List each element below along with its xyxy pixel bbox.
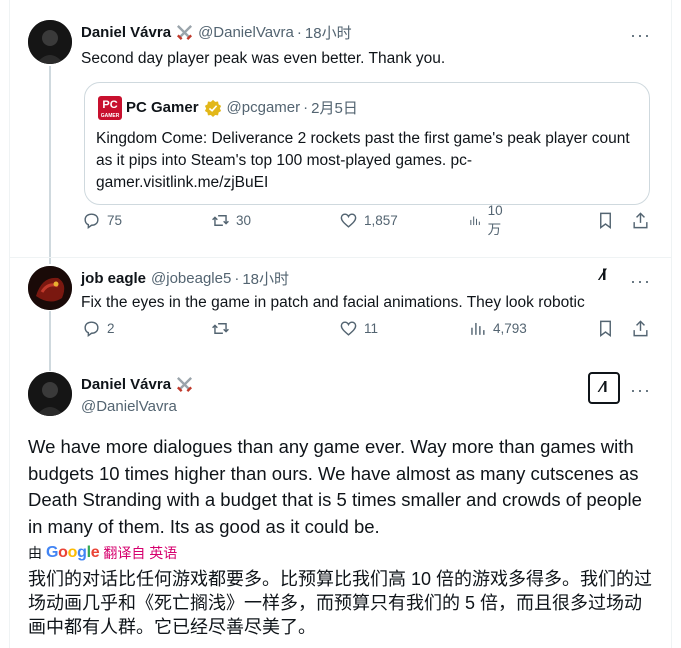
quote-header: PC Gamer @pcgamer · 2月5日 <box>126 97 358 118</box>
reply-icon <box>84 212 99 229</box>
separator: · <box>296 24 302 41</box>
heart-icon <box>340 212 357 228</box>
more-icon[interactable]: ··· <box>630 26 651 44</box>
view-count: 4,793 <box>493 320 527 336</box>
tweet-header: Daniel Vávra <box>81 375 194 394</box>
more-icon[interactable]: ··· <box>630 381 651 399</box>
view-count: 10万 <box>487 202 503 237</box>
share-button[interactable] <box>631 319 650 338</box>
handle-row: @DanielVavra <box>81 398 177 415</box>
verified-badge-icon <box>204 99 222 117</box>
retweet-button[interactable]: 30 <box>211 211 251 230</box>
display-name[interactable]: Daniel Vávra <box>81 376 171 393</box>
thread-connector <box>49 311 51 371</box>
tweet-text: Fix the eyes in the game in patch and fa… <box>81 294 585 311</box>
retweet-icon <box>212 214 229 226</box>
views-icon <box>470 216 480 225</box>
bookmark-button[interactable] <box>596 211 615 230</box>
tweet-text: We have more dialogues than any game eve… <box>28 436 642 537</box>
bookmark-button[interactable] <box>596 319 615 338</box>
reply-button[interactable]: 75 <box>82 211 122 230</box>
retweet-button[interactable] <box>211 319 236 338</box>
timestamp: 2月5日 <box>311 100 358 117</box>
translated-text: 我们的对话比任何游戏都要多。比预算比我们高 10 倍的游戏多得多。我们的过场动画… <box>28 569 653 637</box>
bookmark-icon <box>600 212 611 229</box>
crossed-swords-icon <box>175 375 194 394</box>
reply-button[interactable]: 2 <box>82 319 115 338</box>
reply-icon <box>84 320 99 337</box>
timestamp[interactable]: 18小时 <box>242 268 289 289</box>
tweet-header: job eagle @jobeagle5 · 18小时 <box>81 268 289 289</box>
pc-gamer-logo: PC GAMER <box>98 96 122 120</box>
like-count: 1,857 <box>364 212 398 228</box>
bookmark-icon <box>600 320 611 337</box>
like-count: 11 <box>364 320 379 336</box>
reply-count: 75 <box>107 212 123 228</box>
separator: · <box>234 270 240 287</box>
display-name[interactable]: Daniel Vávra <box>81 24 171 41</box>
more-icon[interactable]: ··· <box>630 272 651 290</box>
share-icon <box>633 211 648 228</box>
retweet-count: 30 <box>236 212 252 228</box>
quoted-tweet[interactable]: PC GAMER PC Gamer @pcgamer · 2月5日 Kingdo… <box>84 82 650 205</box>
views-button[interactable]: 4,793 <box>468 319 527 338</box>
avatar[interactable] <box>28 20 72 64</box>
quote-text: Kingdom Come: Deliverance 2 rockets past… <box>96 130 630 191</box>
grok-icon[interactable]: ⁄I <box>601 265 606 285</box>
tweet-text: Second day player peak was even better. … <box>81 50 446 67</box>
thread-connector <box>49 66 51 264</box>
share-button[interactable] <box>631 211 650 230</box>
handle[interactable]: @DanielVavra <box>81 398 177 415</box>
tweet-header: Daniel Vávra @DanielVavra · 18小时 <box>81 22 352 43</box>
translation-attribution: 由 Google 翻译自 英语 <box>28 543 177 563</box>
avatar[interactable] <box>28 372 72 416</box>
crossed-swords-icon <box>175 23 194 42</box>
views-icon <box>471 322 485 335</box>
translate-prefix: 由 <box>28 545 42 561</box>
timestamp[interactable]: 18小时 <box>305 22 352 43</box>
like-button[interactable]: 11 <box>339 319 378 338</box>
handle[interactable]: @jobeagle5 <box>151 270 231 287</box>
heart-icon <box>340 320 357 336</box>
share-icon <box>633 319 648 336</box>
reply-count: 2 <box>107 320 115 336</box>
grok-icon[interactable]: ⁄I <box>588 372 620 404</box>
views-button[interactable]: 10万 <box>468 203 508 238</box>
handle[interactable]: @DanielVavra <box>198 24 294 41</box>
handle: @pcgamer <box>226 99 301 116</box>
display-name[interactable]: job eagle <box>81 270 146 287</box>
like-button[interactable]: 1,857 <box>339 211 398 230</box>
display-name: PC Gamer <box>126 99 199 116</box>
divider <box>10 257 672 258</box>
separator: · <box>303 99 309 116</box>
avatar[interactable] <box>28 266 72 310</box>
translate-link[interactable]: 翻译自 英语 <box>103 543 177 563</box>
retweet-icon <box>212 322 229 334</box>
google-logo: Google <box>46 544 100 561</box>
